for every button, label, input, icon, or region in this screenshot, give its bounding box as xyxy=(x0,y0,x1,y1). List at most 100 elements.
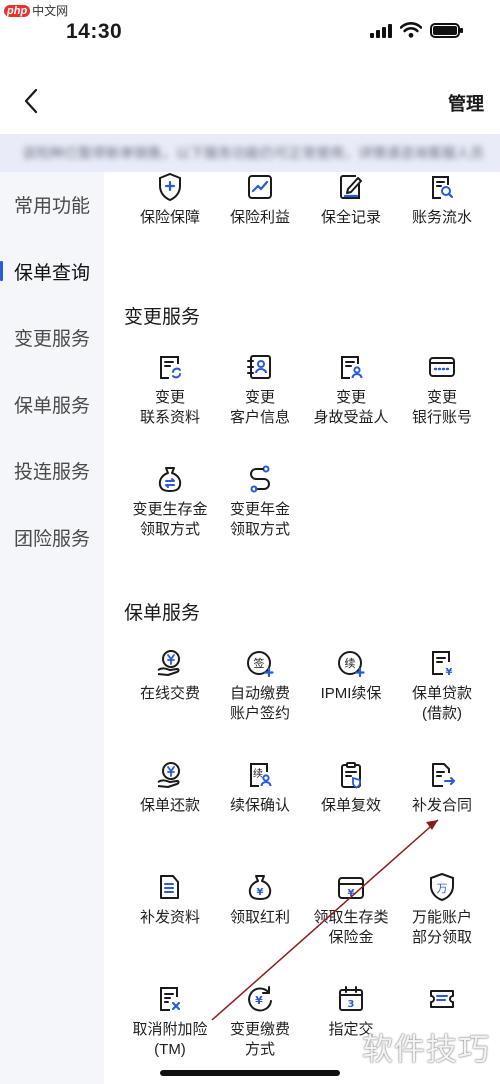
grid-item-label: 保险利益 xyxy=(229,209,290,226)
policy-reinstate-icon xyxy=(341,762,361,789)
document-cancel-icon xyxy=(160,987,181,1011)
grid-item-label: 万能账户 部分领取 xyxy=(411,909,472,946)
chevron-left-icon xyxy=(24,88,38,114)
grid-item-label: 保单贷款 (借款) xyxy=(411,685,472,722)
status-time: 14:30 xyxy=(66,20,123,43)
grid-item-change-beneficiary[interactable]: 变更 身故受益人 xyxy=(303,352,399,428)
watermark-site: 中文网 xyxy=(32,4,69,18)
home-indicator xyxy=(160,1070,340,1076)
grid-item-change-bank[interactable]: 变更 银行账号 xyxy=(394,352,490,428)
grid-item-reinstate[interactable]: 保单复效 xyxy=(303,760,399,816)
document-search-icon xyxy=(432,176,454,199)
grid-item-label: 变更 客户信息 xyxy=(229,389,290,426)
sidebar-item-label: 常用功能 xyxy=(14,195,91,217)
contact-refresh-icon xyxy=(160,356,181,379)
grid-item-policy-loan[interactable]: ¥ 保单贷款 (借款) xyxy=(394,648,490,724)
sidebar-item-group-insurance[interactable]: 团险服务 xyxy=(0,515,104,559)
grid-item-change-payment[interactable]: ¥ 变更缴费 方式 xyxy=(212,984,308,1060)
grid-item-label: 补发资料 xyxy=(139,909,200,926)
grid-item-label: 变更 银行账号 xyxy=(411,389,472,426)
system-icons xyxy=(370,22,463,38)
notice-text: 该险种已暂停新单销售，以下服务功能仍可正常使用，详情请咨询客服人员 xyxy=(22,145,484,161)
watermark-php: php xyxy=(4,4,31,17)
bank-card-icon xyxy=(429,357,455,377)
section-title-policy: 保单服务 xyxy=(124,603,201,624)
grid-item-benefits[interactable]: 保险利益 xyxy=(212,172,308,228)
battery-icon xyxy=(430,22,463,38)
sidebar-item-label: 团险服务 xyxy=(14,528,91,550)
grid-item-repay[interactable]: 保单还款 xyxy=(122,760,218,816)
route-s-icon xyxy=(250,465,270,493)
section-title-change: 变更服务 xyxy=(124,307,201,328)
money-bag-icon: ¥ xyxy=(248,875,272,900)
yuan-exchange-icon: ¥ xyxy=(248,986,272,1012)
grid-item-label: 在线交费 xyxy=(139,685,200,702)
grid-item-label: 领取生存类 保险金 xyxy=(313,909,389,946)
svg-text:¥: ¥ xyxy=(257,887,264,898)
svg-text:万: 万 xyxy=(437,882,448,895)
nav-bar: 管理 xyxy=(0,70,500,132)
grid-item-label: 保全记录 xyxy=(320,209,381,226)
grid-item-change-survival[interactable]: 变更生存金 领取方式 xyxy=(122,464,218,540)
grid-item-label: 领取红利 xyxy=(229,909,290,926)
svg-text:3: 3 xyxy=(348,999,355,1010)
grid-item-change-contact[interactable]: 变更 联系资料 xyxy=(122,352,218,428)
universal-shield-icon: 万 xyxy=(430,872,454,902)
category-sidebar: 常用功能 保单查询 变更服务 保单服务 投连服务 团险服务 xyxy=(0,172,104,1084)
svg-text:续: 续 xyxy=(345,656,356,670)
ticket-list-icon xyxy=(430,990,454,1008)
contract-reissue-icon xyxy=(432,763,455,787)
grid-item-coverage[interactable]: 保险保障 xyxy=(122,172,218,228)
wallet-yuan-icon: ¥ xyxy=(338,877,364,899)
grid-item-label: 自动缴费 账户签约 xyxy=(229,685,290,722)
grid-item-label: 变更 身故受益人 xyxy=(313,389,389,426)
grid-item-label: 变更 联系资料 xyxy=(139,389,200,426)
grid-item-label: 保险保障 xyxy=(139,209,200,226)
back-button[interactable] xyxy=(14,84,48,118)
sidebar-item-common[interactable]: 常用功能 xyxy=(0,182,104,226)
service-content: 保险保障 保险利益 保全记录 账务流水 变更服务 变更 联系资料 变更 客户信息… xyxy=(104,172,500,1084)
grid-item-label: 变更缴费 方式 xyxy=(229,1021,290,1058)
grid-item-renew-confirm[interactable]: 续 续保确认 xyxy=(212,760,308,816)
sidebar-item-unit-linked[interactable]: 投连服务 xyxy=(0,448,104,492)
grid-item-change-records[interactable]: 保全记录 xyxy=(303,172,399,228)
sidebar-item-label: 投连服务 xyxy=(14,461,91,483)
grid-item-auto-pay[interactable]: 签 自动缴费 账户签约 xyxy=(212,648,308,724)
grid-item-survival-benefit[interactable]: ¥ 领取生存类 保险金 xyxy=(303,872,399,948)
grid-item-ticket-list[interactable] xyxy=(394,984,490,1020)
customer-card-icon xyxy=(247,355,271,379)
grid-item-universal-withdraw[interactable]: 万 万能账户 部分领取 xyxy=(394,872,490,948)
sidebar-item-policy-query[interactable]: 保单查询 xyxy=(0,249,104,293)
sidebar-item-policy-service[interactable]: 保单服务 xyxy=(0,382,104,426)
grid-item-ipmi-renew[interactable]: 续 IPMI续保 xyxy=(303,648,399,704)
grid-item-change-annuity[interactable]: 变更年金 领取方式 xyxy=(212,464,308,540)
grid-item-online-pay[interactable]: 在线交费 xyxy=(122,648,218,704)
watermark-text: 软件技巧 xyxy=(362,1032,490,1067)
loan-doc-icon: ¥ xyxy=(432,651,453,678)
beneficiary-doc-icon xyxy=(341,356,363,379)
sidebar-item-label: 变更服务 xyxy=(14,328,91,350)
grid-item-label: 变更年金 领取方式 xyxy=(229,501,290,538)
grid-item-change-customer[interactable]: 变更 客户信息 xyxy=(212,352,308,428)
svg-text:签: 签 xyxy=(254,656,265,670)
watermark-logo: php 中文网 xyxy=(4,2,68,19)
cellular-signal-icon xyxy=(370,22,392,38)
manage-button[interactable]: 管理 xyxy=(448,90,484,116)
sidebar-item-change-service[interactable]: 变更服务 xyxy=(0,315,104,359)
grid-item-account-flow[interactable]: 账务流水 xyxy=(394,172,490,228)
renew-confirm-icon: 续 xyxy=(250,763,272,787)
grid-item-reissue-contract[interactable]: 补发合同 xyxy=(394,760,490,816)
grid-item-label: 取消附加险 (TM) xyxy=(132,1021,208,1058)
grid-item-reissue-docs[interactable]: 补发资料 xyxy=(122,872,218,928)
grid-item-label: 补发合同 xyxy=(411,797,472,814)
trend-chart-icon xyxy=(248,175,272,199)
hand-coin-icon xyxy=(157,650,180,676)
sidebar-item-label: 保单查询 xyxy=(14,262,91,284)
money-bag-exchange-icon xyxy=(158,467,182,492)
status-bar: php 中文网 14:30 xyxy=(0,0,500,60)
grid-item-dividend[interactable]: ¥ 领取红利 xyxy=(212,872,308,928)
grid-item-cancel-rider[interactable]: 取消附加险 (TM) xyxy=(122,984,218,1060)
svg-text:¥: ¥ xyxy=(446,667,453,678)
renew-circle-icon: 续 xyxy=(338,651,365,678)
grid-item-label: 保单还款 xyxy=(139,797,200,814)
